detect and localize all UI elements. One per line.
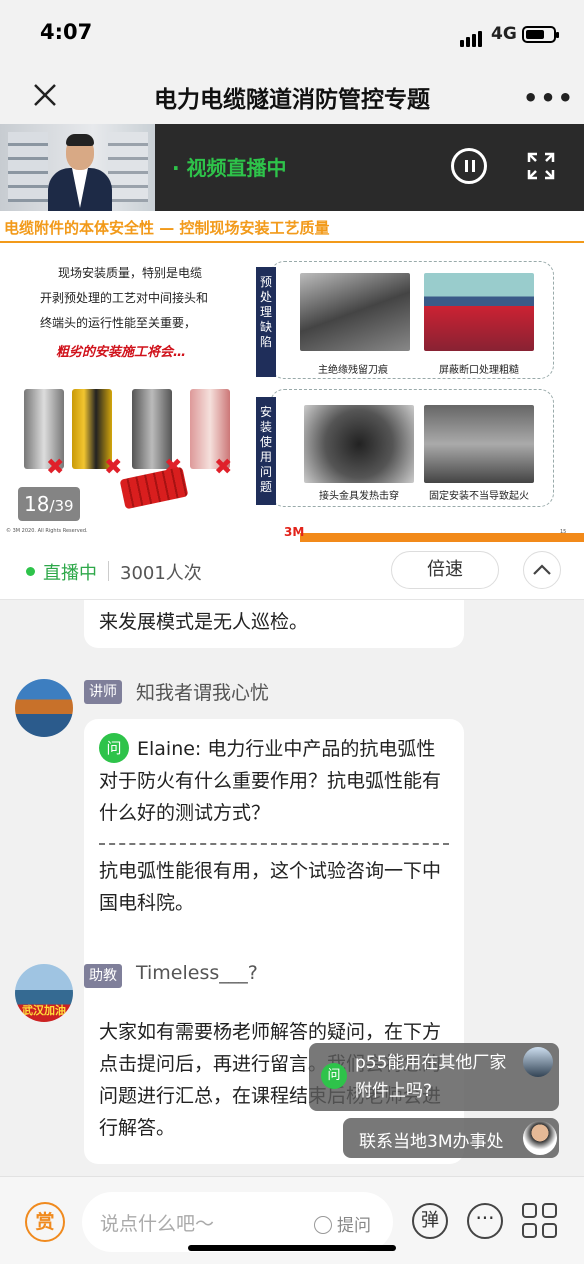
answer-text: 抗电弧性能很有用，这个试验咨询一下中国电科院。 bbox=[99, 860, 442, 914]
status-time: 4:07 bbox=[40, 20, 93, 44]
ask-label: 提问 bbox=[337, 1216, 371, 1236]
live-status: 直播中 bbox=[43, 563, 97, 584]
x-mark-icon: ✖ bbox=[214, 455, 233, 480]
video-live-label: · 视频直播中 bbox=[172, 156, 287, 180]
presenter-camera[interactable] bbox=[0, 124, 155, 211]
question-toast[interactable]: 问 p55能用在其他厂家附件上吗? bbox=[309, 1043, 559, 1111]
presentation-slide: 电缆附件的本体安全性 — 控制现场安装工艺质量 现场安装质量，特别是电缆 开剥预… bbox=[0, 211, 584, 542]
speed-button[interactable]: 倍速 bbox=[391, 551, 499, 589]
slide-text-line: 开剥预处理的工艺对中间接头和 bbox=[40, 291, 209, 305]
home-indicator bbox=[188, 1245, 396, 1251]
viewer-count: 3001人次 bbox=[120, 563, 202, 584]
avatar[interactable]: 武汉加油 bbox=[15, 964, 73, 1022]
role-badge: 讲师 bbox=[84, 680, 122, 704]
slide-page-indicator: 18/39 bbox=[18, 487, 80, 521]
slide-caption: 固定安装不当导致起火 bbox=[429, 491, 529, 502]
more-icon[interactable]: ••• bbox=[523, 84, 575, 112]
video-player[interactable]: · 视频直播中 电缆附件的本体安全性 — 控制现场安装工艺质量 现场安装质量，特… bbox=[0, 124, 584, 542]
battery-icon bbox=[522, 26, 559, 43]
question-icon: 问 bbox=[99, 733, 129, 763]
dynamite-icon bbox=[119, 466, 189, 510]
signal-icon bbox=[460, 28, 484, 47]
avatar-text: 武汉加油 bbox=[22, 1004, 66, 1017]
comment-input[interactable]: 说点什么吧～ 提问 bbox=[82, 1192, 393, 1252]
slide-brand-logo: 3M bbox=[284, 525, 305, 539]
x-mark-icon: ✖ bbox=[104, 455, 123, 480]
slide-caption: 屏蔽断口处理粗糙 bbox=[439, 365, 519, 376]
live-info-bar: 直播中 3001人次 倍速 bbox=[0, 542, 584, 600]
chat-bubble: 来发展模式是无人巡检。 bbox=[84, 600, 464, 648]
chevron-up-icon bbox=[533, 564, 551, 575]
network-type: 4G bbox=[491, 24, 517, 44]
toast[interactable]: 联系当地3M办事处 bbox=[343, 1118, 559, 1158]
question-icon: 问 bbox=[321, 1063, 347, 1089]
top-navigation: 电力电缆隧道消防管控专题 ••• bbox=[0, 66, 584, 124]
avatar bbox=[523, 1047, 553, 1077]
collapse-button[interactable] bbox=[523, 551, 561, 589]
slide-section-label: 安装使用问题 bbox=[256, 397, 276, 505]
slide-text: 现场安装质量，特别是电缆 开剥预处理的工艺对中间接头和 终端头的运行性能至关重要… bbox=[40, 261, 260, 365]
reward-button[interactable]: 赏 bbox=[25, 1202, 65, 1242]
bottom-bar: 赏 说点什么吧～ 提问 弹 ··· bbox=[0, 1176, 584, 1264]
slide-text-line: 现场安装质量，特别是电缆 bbox=[58, 266, 203, 280]
radio-icon bbox=[314, 1216, 332, 1234]
slide-section-label: 预处理缺陷 bbox=[256, 267, 276, 377]
slide-text-line: 终端头的运行性能至关重要， bbox=[40, 316, 197, 330]
question-block: 问 Elaine: 电力行业中产品的抗电弧性对于防火有什么重要作用？抗电弧性能有什… bbox=[99, 733, 449, 829]
question-text: Elaine: 电力行业中产品的抗电弧性对于防火有什么重要作用？抗电弧性能有什么… bbox=[99, 738, 442, 824]
input-placeholder: 说点什么吧～ bbox=[100, 1213, 215, 1235]
toast-text: 联系当地3M办事处 bbox=[359, 1132, 504, 1152]
live-dot-icon bbox=[26, 567, 35, 576]
slide-warning: 粗劣的安装施工将会… bbox=[56, 345, 187, 360]
page-title: 电力电缆隧道消防管控专题 bbox=[154, 87, 430, 113]
toast-text: p55能用在其他厂家附件上吗? bbox=[355, 1053, 507, 1101]
x-mark-icon: ✖ bbox=[46, 455, 65, 480]
avatar[interactable] bbox=[15, 679, 73, 737]
slide-title: 电缆附件的本体安全性 — 控制现场安装工艺质量 bbox=[4, 219, 330, 237]
page-current: 18 bbox=[24, 492, 50, 516]
message-text: 来发展模式是无人巡检。 bbox=[99, 611, 309, 633]
slide-number: 15 bbox=[560, 529, 567, 535]
slide-caption: 接头金具发热击穿 bbox=[319, 491, 399, 502]
user-name: Timeless___? bbox=[136, 962, 258, 984]
page-total: /39 bbox=[49, 497, 74, 515]
chat-bubble-icon[interactable]: ··· bbox=[467, 1203, 503, 1239]
fullscreen-icon[interactable] bbox=[525, 150, 557, 182]
ask-toggle[interactable]: 提问 bbox=[314, 1211, 371, 1236]
danmu-button[interactable]: 弹 bbox=[412, 1203, 448, 1239]
status-bar: 4:07 4G bbox=[0, 0, 584, 66]
role-badge: 助教 bbox=[84, 964, 122, 988]
user-name: 知我者谓我心忧 bbox=[136, 682, 270, 704]
slide-copyright: © 3M 2020. All Rights Reserved. bbox=[6, 528, 88, 534]
grid-menu-icon[interactable] bbox=[522, 1203, 558, 1239]
pause-icon[interactable] bbox=[451, 148, 487, 184]
chat-bubble: 问 Elaine: 电力行业中产品的抗电弧性对于防火有什么重要作用？抗电弧性能有什… bbox=[84, 719, 464, 1037]
slide-caption: 主绝缘残留刀痕 bbox=[318, 365, 388, 376]
avatar bbox=[523, 1121, 557, 1155]
slide-footer: © 3M 2020. All Rights Reserved. 3M 15 bbox=[0, 525, 584, 542]
